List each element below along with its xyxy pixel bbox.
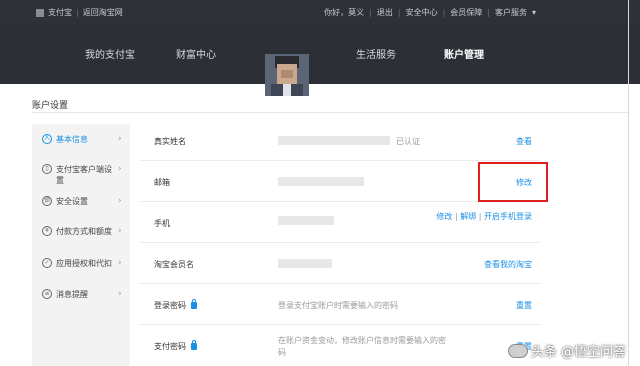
alipay-link[interactable]: 支付宝 — [48, 7, 72, 18]
reset-login-password-link[interactable]: 重置 — [516, 300, 532, 311]
divider — [32, 112, 628, 113]
masked-taobao-name — [278, 259, 332, 268]
row-label: 支付密码 — [154, 340, 197, 352]
alipay-logo-icon — [36, 8, 44, 17]
avatar[interactable] — [265, 54, 309, 96]
divider: | — [454, 212, 458, 221]
sidebar-item-label: 支付宝客户端设置 — [56, 165, 112, 185]
top-right-links: 你好，莫义 | 退出 | 安全中心 | 会员保障 | 客户服务 ▾ — [324, 7, 536, 18]
chevron-right-icon: › — [118, 258, 122, 268]
speech-bubble-icon — [507, 343, 528, 358]
customer-service-link[interactable]: 客户服务 — [495, 7, 527, 18]
lock-icon: 锁 — [42, 196, 52, 206]
message-icon: ≡ — [42, 289, 52, 299]
yen-icon: ¥ — [42, 226, 52, 236]
check-icon: ✓ — [42, 258, 52, 268]
setting-row-login-password: 登录密码 登录支付宝账户时需要输入的密码 重置 — [140, 284, 540, 325]
nav-account-management[interactable]: 账户管理 — [444, 46, 484, 61]
sidebar-item-label: 应用授权和代扣 — [56, 259, 112, 268]
edit-phone-link[interactable]: 修改 — [436, 212, 452, 221]
divider: | — [478, 212, 482, 221]
row-label: 邮箱 — [154, 178, 170, 187]
chevron-right-icon: › — [118, 289, 122, 299]
nav-my-alipay[interactable]: 我的支付宝 — [85, 46, 135, 61]
divider: | — [487, 8, 490, 17]
verified-status: 已认证 — [396, 137, 420, 146]
chevron-right-icon: › — [118, 134, 122, 144]
row-description: 在账户资金变动，修改账户信息时需要输入的密码 — [278, 336, 446, 357]
chevron-right-icon: › — [118, 196, 122, 206]
setting-row-payment-password: 支付密码 在账户资金变动，修改账户信息时需要输入的密码 重置 — [140, 325, 540, 366]
settings-sidebar: 人 基本信息 › ▯ 支付宝客户端设置 › 锁 安全设置 › ¥ 付款方式和额度… — [32, 124, 130, 366]
view-my-taobao-link[interactable]: 查看我的淘宝 — [484, 259, 532, 270]
unbind-phone-link[interactable]: 解绑 — [460, 212, 476, 221]
masked-phone — [278, 216, 334, 225]
annotation-highlight-box — [478, 162, 548, 202]
chevron-right-icon: › — [118, 164, 122, 174]
watermark-text: 头条 @悟空问答 — [530, 345, 626, 360]
greeting-text: 你好，莫义 — [324, 8, 365, 17]
row-label-text: 登录密码 — [154, 301, 186, 310]
mobile-icon: ▯ — [42, 164, 52, 174]
person-icon: 人 — [42, 134, 52, 144]
chevron-right-icon: › — [118, 226, 122, 236]
divider: | — [369, 8, 372, 17]
lock-icon — [191, 299, 197, 309]
top-utility-bar: 支付宝 | 返回淘宝网 你好，莫义 | 退出 | 安全中心 | 会员保障 | 客… — [0, 0, 640, 24]
member-protection-link[interactable]: 会员保障 — [450, 7, 482, 18]
caret-down-icon[interactable]: ▾ — [532, 8, 536, 17]
setting-row-phone: 手机 修改 | 解绑 | 开启手机登录 — [140, 202, 540, 243]
top-left-links: 支付宝 | 返回淘宝网 — [36, 7, 123, 18]
sidebar-item-label: 基本信息 — [56, 135, 88, 144]
setting-row-real-name: 真实姓名 已认证 查看 — [140, 120, 540, 161]
divider: | — [76, 8, 79, 17]
sidebar-item-label: 安全设置 — [56, 197, 88, 206]
row-label: 手机 — [154, 219, 170, 228]
sidebar-item-label: 消息提醒 — [56, 290, 88, 299]
divider: | — [397, 8, 401, 17]
setting-row-taobao-name: 淘宝会员名 查看我的淘宝 — [140, 243, 540, 284]
nav-wealth-center[interactable]: 财富中心 — [176, 46, 216, 61]
view-link[interactable]: 查看 — [516, 136, 532, 147]
row-description: 登录支付宝账户时需要输入的密码 — [278, 301, 398, 310]
phone-actions: 修改 | 解绑 | 开启手机登录 — [422, 211, 532, 222]
page-right-border — [628, 0, 629, 366]
nav-life-services[interactable]: 生活服务 — [356, 46, 396, 61]
back-to-taobao-link[interactable]: 返回淘宝网 — [83, 7, 123, 18]
lock-icon — [191, 340, 197, 350]
enable-phone-login-link[interactable]: 开启手机登录 — [484, 212, 532, 221]
security-center-link[interactable]: 安全中心 — [406, 7, 438, 18]
row-label: 登录密码 — [154, 299, 197, 311]
row-label: 真实姓名 — [154, 137, 186, 146]
masked-value — [278, 136, 390, 145]
page-title: 账户设置 — [32, 101, 69, 111]
divider: | — [442, 8, 446, 17]
watermark: 头条 @悟空问答 — [507, 341, 626, 360]
sidebar-item-label: 付款方式和额度 — [56, 227, 112, 236]
logout-link[interactable]: 退出 — [377, 7, 393, 18]
masked-email — [278, 177, 364, 186]
row-label-text: 支付密码 — [154, 342, 186, 351]
row-label: 淘宝会员名 — [154, 260, 194, 269]
main-nav: 我的支付宝 财富中心 生活服务 账户管理 — [0, 24, 640, 96]
